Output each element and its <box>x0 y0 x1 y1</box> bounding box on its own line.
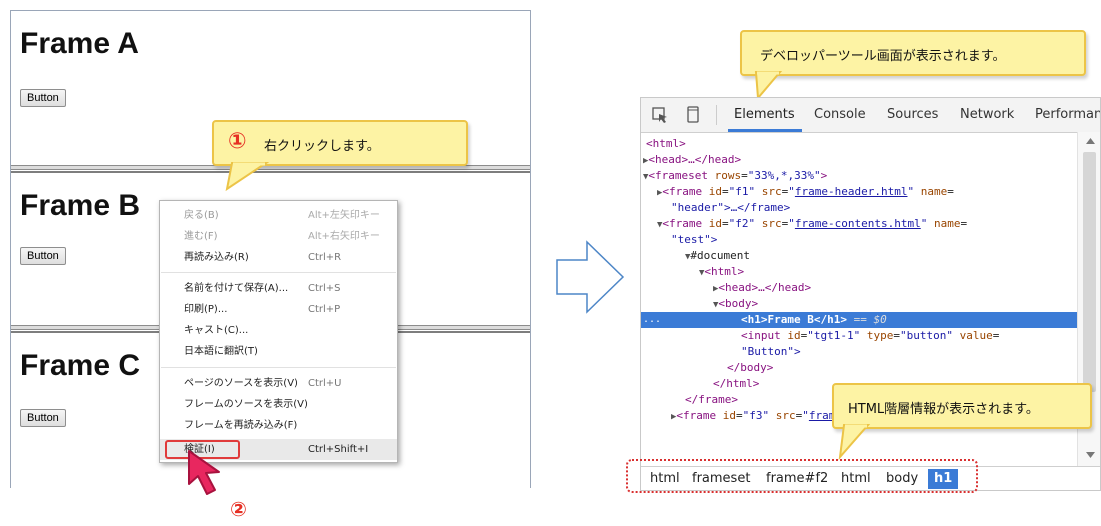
dom-line[interactable]: ▶<frame id="f1" src="frame-header.html" … <box>641 184 1077 200</box>
menu-item-label: 戻る(B) <box>184 210 219 221</box>
scrollbar-thumb[interactable] <box>1083 152 1096 392</box>
menu-item-shortcut: Ctrl+P <box>308 304 341 315</box>
toolbar-divider <box>716 105 717 125</box>
menu-item-label: 進む(F) <box>184 231 218 242</box>
dom-line[interactable]: <html> <box>641 136 1077 152</box>
device-toolbar-icon[interactable] <box>685 106 701 124</box>
callout-tail <box>225 162 270 192</box>
dom-line[interactable]: "header">…</frame> <box>641 200 1077 216</box>
tab-console[interactable]: Console <box>814 107 866 122</box>
menu-item-view-frame-source[interactable]: フレームのソースを表示(V) <box>160 394 397 415</box>
mouse-cursor-icon <box>188 450 220 495</box>
menu-divider <box>161 272 396 273</box>
menu-item-translate[interactable]: 日本語に翻訳(T) <box>160 341 397 362</box>
dom-line[interactable]: ▼<html> <box>641 264 1077 280</box>
dom-line[interactable]: </body> <box>641 360 1077 376</box>
frame-b-title: Frame B <box>20 189 141 222</box>
menu-item-shortcut: Ctrl+R <box>308 252 342 263</box>
menu-item-forward[interactable]: 進む(F) Alt+右矢印キー <box>160 226 397 247</box>
dom-line[interactable]: ▼<body> <box>641 296 1077 312</box>
devtools-callout-text: デベロッパーツール画面が表示されます。 <box>760 49 1006 64</box>
menu-item-shortcut: Ctrl+U <box>308 378 342 389</box>
html-info-callout-text: HTML階層情報が表示されます。 <box>848 402 1039 417</box>
menu-item-view-page-source[interactable]: ページのソースを表示(V) Ctrl+U <box>160 373 397 394</box>
tab-elements[interactable]: Elements <box>734 107 795 122</box>
tab-sources[interactable]: Sources <box>887 107 938 122</box>
menu-item-label: フレームのソースを表示(V) <box>184 399 308 410</box>
dom-line[interactable]: ▶<head>…</head> <box>641 280 1077 296</box>
callout-devtools: デベロッパーツール画面が表示されます。 <box>740 30 1086 76</box>
dom-line[interactable]: "Button"> <box>641 344 1077 360</box>
tab-network[interactable]: Network <box>960 107 1014 122</box>
dom-line[interactable]: <input id="tgt1-1" type="button" value= <box>641 328 1077 344</box>
frame-b-button[interactable]: Button <box>20 247 66 265</box>
menu-item-back[interactable]: 戻る(B) Alt+左矢印キー <box>160 205 397 226</box>
menu-item-save-as[interactable]: 名前を付けて保存(A)... Ctrl+S <box>160 278 397 299</box>
menu-item-reload[interactable]: 再読み込み(R) Ctrl+R <box>160 247 397 268</box>
callout-html-info: HTML階層情報が表示されます。 <box>832 383 1092 429</box>
dom-line-selected[interactable]: ... <h1>Frame B</h1> == $0 <box>641 312 1077 328</box>
scroll-up-icon[interactable] <box>1085 137 1096 145</box>
menu-item-label: 名前を付けて保存(A)... <box>184 283 289 294</box>
dom-line[interactable]: ▶<head>…</head> <box>641 152 1077 168</box>
frame-c-button[interactable]: Button <box>20 409 66 427</box>
dom-line[interactable]: ▼<frameset rows="33%,*,33%"> <box>641 168 1077 184</box>
dom-line[interactable]: "test"> <box>641 232 1077 248</box>
arrow-right-icon <box>556 240 625 314</box>
context-menu: 戻る(B) Alt+左矢印キー 進む(F) Alt+右矢印キー 再読み込み(R) Ct… <box>159 200 398 463</box>
dom-line[interactable]: ▼#document <box>641 248 1077 264</box>
breadcrumb-highlight-box <box>626 459 978 493</box>
callout-right-click: ① 右クリックします。 <box>212 120 468 166</box>
step1-number: ① <box>228 129 247 154</box>
menu-item-label: ページのソースを表示(V) <box>184 378 298 389</box>
menu-item-cast[interactable]: キャスト(C)... <box>160 320 397 341</box>
callout-tail <box>838 424 871 461</box>
step2-number: ② <box>230 497 247 521</box>
menu-item-label: 印刷(P)... <box>184 304 228 315</box>
scroll-down-icon[interactable] <box>1085 451 1096 459</box>
menu-item-label: 再読み込み(R) <box>184 252 249 263</box>
menu-item-reload-frame[interactable]: フレームを再読み込み(F) <box>160 415 397 436</box>
step1-text: 右クリックします。 <box>264 139 380 154</box>
menu-item-shortcut: Ctrl+Shift+I <box>308 444 369 455</box>
tab-performance[interactable]: Performan <box>1035 107 1100 122</box>
menu-divider <box>161 367 396 368</box>
menu-item-print[interactable]: 印刷(P)... Ctrl+P <box>160 299 397 320</box>
dom-line[interactable]: ▼<frame id="f2" src="frame-contents.html… <box>641 216 1077 232</box>
menu-item-label: フレームを再読み込み(F) <box>184 420 298 431</box>
menu-item-label: 日本語に翻訳(T) <box>184 346 258 357</box>
menu-item-label: キャスト(C)... <box>184 325 249 336</box>
menu-item-shortcut: Alt+右矢印キー <box>308 231 380 242</box>
menu-item-shortcut: Ctrl+S <box>308 283 341 294</box>
frame-a-title: Frame A <box>20 27 139 60</box>
frame-a-button[interactable]: Button <box>20 89 66 107</box>
devtools-tabbar: Elements Console Sources Network Perform… <box>641 98 1100 133</box>
inspect-element-icon[interactable] <box>652 107 668 123</box>
frame-c-title: Frame C <box>20 349 141 382</box>
menu-item-shortcut: Alt+左矢印キー <box>308 210 380 221</box>
